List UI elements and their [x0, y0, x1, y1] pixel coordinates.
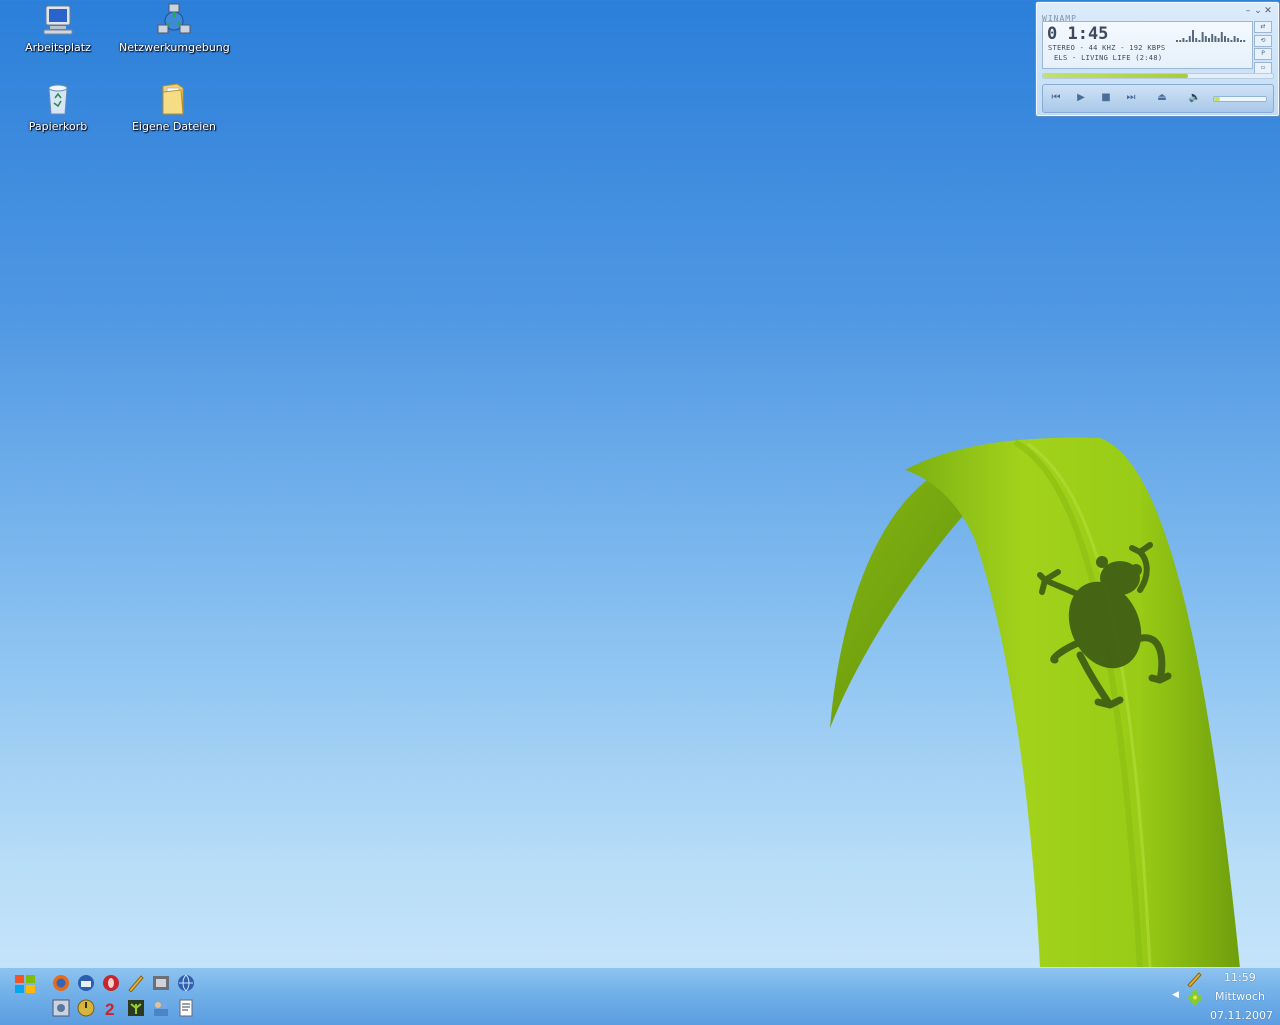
- spectrum-bar: [1198, 40, 1201, 42]
- stream-info: STEREO - 44 KHZ - 192 KBPS: [1048, 44, 1166, 52]
- desktop-icon-eigene-dateien[interactable]: Eigene Dateien: [119, 82, 229, 133]
- winamp-display: 0 1:45 STEREO - 44 KHZ - 192 KBPS ELS - …: [1042, 21, 1253, 69]
- shade-icon[interactable]: ⌄: [1253, 6, 1263, 16]
- eq-icon[interactable]: ▫: [1254, 61, 1272, 74]
- spectrum-bar: [1243, 40, 1246, 42]
- spectrum-bar: [1236, 38, 1239, 42]
- flower-tray-icon[interactable]: [1187, 989, 1203, 1005]
- volume-slider[interactable]: [1213, 96, 1267, 102]
- playback-time[interactable]: 0 1:45: [1047, 24, 1108, 44]
- desktop-icon-label: Eigene Dateien: [131, 120, 217, 133]
- pen-tool-icon[interactable]: [127, 974, 145, 992]
- recycle-bin-icon: [48, 84, 68, 115]
- winamp-player[interactable]: WINAMP – ⌄ ✕ 0 1:45 STEREO - 44 KHZ - 192 …: [1035, 1, 1280, 117]
- people-icon[interactable]: [152, 999, 170, 1017]
- leaf-blade: [905, 437, 1240, 968]
- globe-icon[interactable]: [177, 974, 195, 992]
- start-button[interactable]: [14, 974, 36, 994]
- clock-date[interactable]: 07.11.2007: [1210, 1009, 1273, 1022]
- svg-text:2: 2: [105, 1000, 114, 1017]
- spectrum-bar: [1185, 40, 1188, 42]
- spectrum-bar: [1220, 32, 1223, 42]
- spectrum-bar: [1204, 36, 1207, 42]
- spectrum-bar: [1224, 36, 1226, 42]
- desktop-icon-papierkorb[interactable]: Papierkorb: [3, 82, 113, 133]
- document-icon[interactable]: [177, 999, 195, 1017]
- spectrum-bar: [1182, 38, 1185, 42]
- number-two-icon[interactable]: 2: [102, 999, 120, 1017]
- eject-icon[interactable]: ⏏: [1153, 89, 1171, 107]
- spectrum-bar: [1179, 40, 1182, 42]
- wallpaper-leaf-frog: [830, 437, 1240, 969]
- repeat-icon[interactable]: ⇄: [1254, 21, 1272, 33]
- spectrum-bar: [1230, 40, 1233, 42]
- folder-icon: [162, 83, 184, 115]
- play-icon[interactable]: ▶: [1072, 89, 1090, 107]
- leaf-tip: [830, 446, 1030, 728]
- spectrum-bar: [1188, 36, 1191, 42]
- spectrum-visualizer[interactable]: [1176, 28, 1248, 42]
- spectrum-bar: [1176, 40, 1178, 42]
- winamp-side-buttons: ⇄ ⟲ P ▫: [1254, 21, 1272, 74]
- minimize-icon[interactable]: –: [1243, 6, 1253, 16]
- settings-icon[interactable]: [52, 999, 70, 1017]
- network-icon: [157, 3, 191, 34]
- spectrum-bar: [1192, 30, 1194, 42]
- seek-bar[interactable]: [1042, 73, 1274, 79]
- winamp-controls: ⏮ ▶ ■ ⏭ ⏏ 🔈: [1042, 84, 1274, 113]
- film-icon[interactable]: [152, 974, 170, 992]
- desktop-icon-label: Netzwerkumgebung: [119, 41, 230, 54]
- firefox-icon[interactable]: [52, 974, 70, 992]
- spectrum-bar: [1195, 38, 1198, 42]
- spectrum-bar: [1233, 36, 1236, 42]
- leaf-midrib: [1013, 439, 1143, 969]
- shuffle-icon[interactable]: ⟲: [1254, 34, 1272, 47]
- spectrum-bar: [1201, 32, 1204, 42]
- playlist-icon[interactable]: P: [1254, 48, 1272, 60]
- desktop-icon-label: Arbeitsplatz: [25, 41, 91, 54]
- seek-progress: [1043, 74, 1188, 78]
- next-icon[interactable]: ⏭: [1122, 89, 1140, 107]
- track-title: ELS - LIVING LIFE (2:48): [1054, 54, 1163, 62]
- stop-icon[interactable]: ■: [1097, 89, 1115, 107]
- spectrum-bar: [1208, 38, 1210, 42]
- spectrum-bar: [1227, 38, 1230, 42]
- previous-icon[interactable]: ⏮: [1047, 89, 1065, 107]
- opera-icon[interactable]: [102, 974, 120, 992]
- desktop-icon-netzwerkumgebung[interactable]: Netzwerkumgebung: [119, 3, 230, 54]
- spectrum-bar: [1240, 40, 1242, 42]
- power-icon[interactable]: [77, 999, 95, 1017]
- thunderbird-icon[interactable]: [77, 974, 95, 992]
- desktop-icon-label: Papierkorb: [28, 120, 88, 133]
- plant-icon[interactable]: [127, 999, 145, 1017]
- frog-silhouette: [1037, 542, 1172, 709]
- desktop-icon-arbeitsplatz[interactable]: Arbeitsplatz: [3, 3, 113, 54]
- clock-day[interactable]: Mittwoch: [1215, 990, 1265, 1003]
- taskbar: 2 11:59 Mittwoch 07.11.2007: [0, 967, 1280, 1025]
- tray-expand-icon[interactable]: ◀: [1172, 990, 1179, 1000]
- pencil-tray-icon[interactable]: [1187, 971, 1203, 987]
- spectrum-bar: [1214, 36, 1217, 42]
- close-icon[interactable]: ✕: [1263, 6, 1273, 16]
- volume-level: [1214, 97, 1221, 101]
- spectrum-bar: [1217, 38, 1220, 42]
- volume-icon[interactable]: 🔈: [1186, 89, 1204, 107]
- clock-time[interactable]: 11:59: [1224, 971, 1256, 984]
- winamp-titlebar[interactable]: WINAMP – ⌄ ✕: [1042, 6, 1273, 23]
- computer-icon: [43, 5, 73, 35]
- spectrum-bar: [1211, 34, 1214, 42]
